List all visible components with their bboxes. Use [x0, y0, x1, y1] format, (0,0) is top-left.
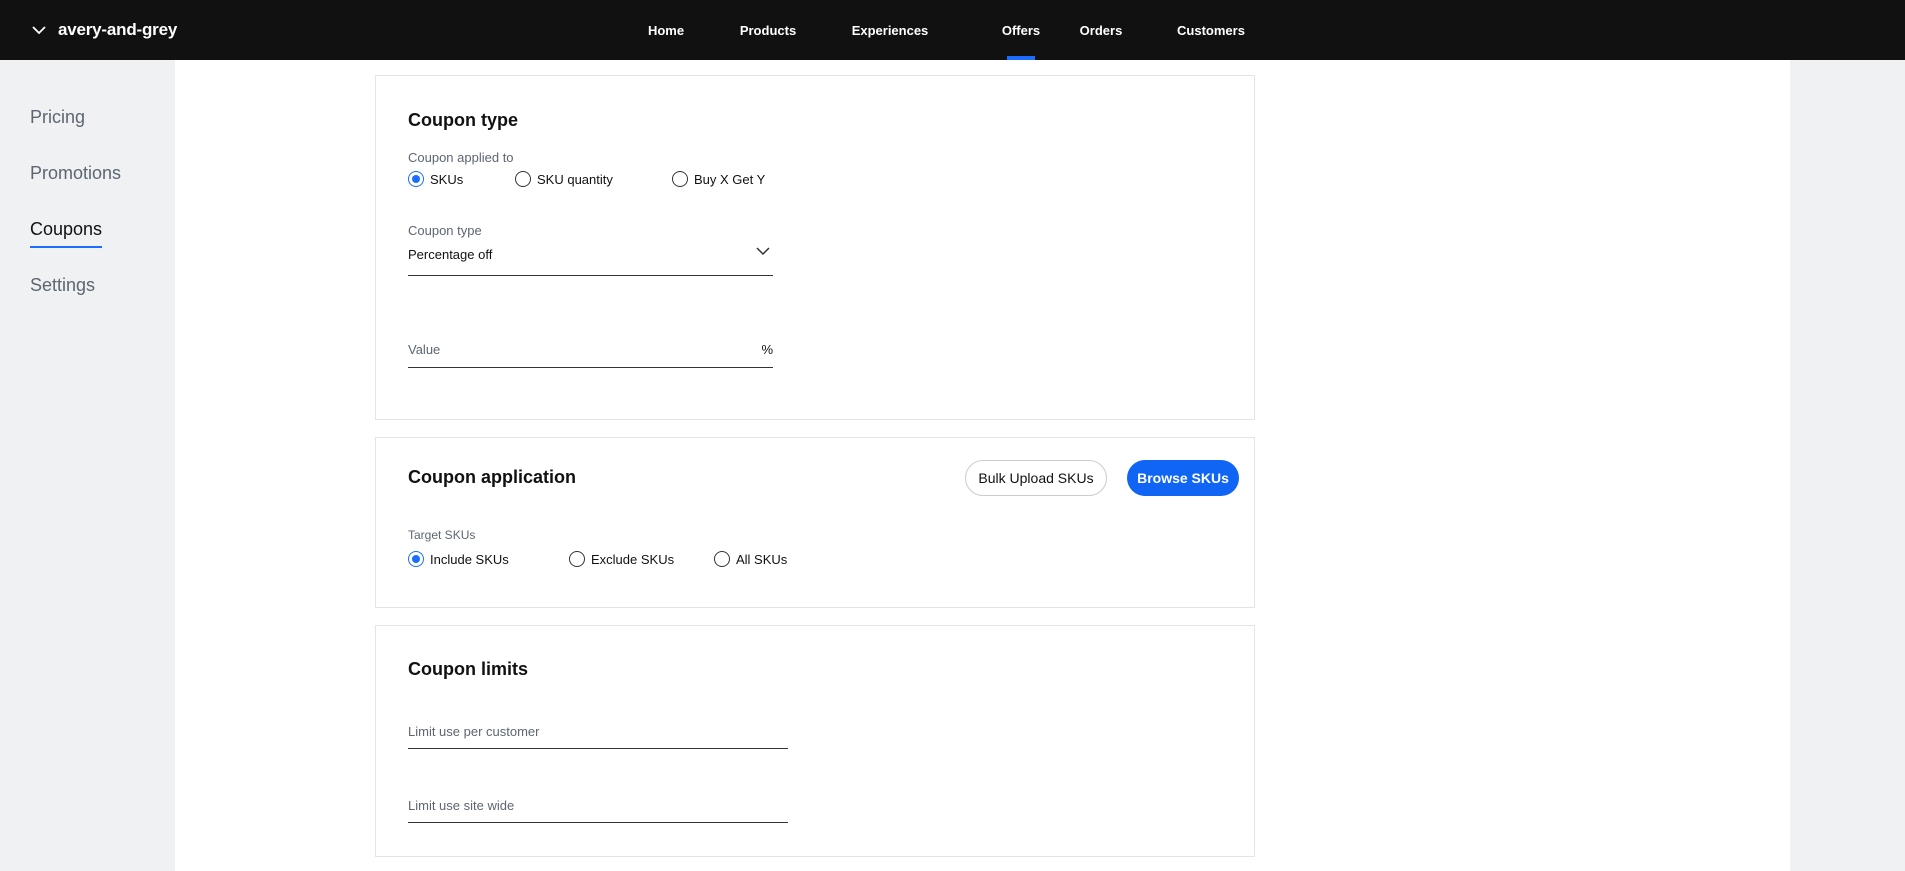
value-placeholder: Value — [408, 342, 441, 357]
offers-sidebar: Pricing Promotions Coupons Settings — [0, 60, 175, 871]
coupon-type-card: Coupon type Coupon applied to SKUs SKU q… — [375, 75, 1255, 420]
coupon-application-card: Coupon application Bulk Upload SKUs Brow… — [375, 437, 1255, 608]
limit-per-customer-placeholder: Limit use per customer — [408, 724, 540, 739]
brand-switcher[interactable]: avery-and-grey — [30, 0, 177, 60]
sidebar-item-coupons[interactable]: Coupons — [30, 219, 103, 248]
radio-indicator — [672, 171, 688, 187]
browse-skus-button[interactable]: Browse SKUs — [1127, 460, 1239, 496]
radio-label: SKU quantity — [537, 171, 613, 187]
radio-indicator — [714, 551, 730, 567]
chevron-down-icon — [756, 247, 770, 256]
radio-label: Buy X Get Y — [694, 171, 766, 187]
limit-site-wide-input[interactable]: Limit use site wide — [408, 793, 788, 823]
coupon-limits-card: Coupon limits Limit use per customer Lim… — [375, 625, 1255, 857]
radio-indicator — [569, 551, 585, 567]
radio-indicator — [515, 171, 531, 187]
nav-offers[interactable]: Offers — [1002, 0, 1040, 60]
nav-orders[interactable]: Orders — [1073, 0, 1129, 60]
coupon-applied-to-group: SKUs SKU quantity Buy X Get Y — [408, 171, 808, 191]
coupon-applied-to-label: Coupon applied to — [408, 150, 514, 165]
sidebar-item-pricing[interactable]: Pricing — [30, 107, 85, 128]
radio-all-skus[interactable]: All SKUs — [714, 551, 787, 567]
radio-include-skus[interactable]: Include SKUs — [408, 551, 509, 567]
radio-indicator — [408, 551, 424, 567]
brand-name: avery-and-grey — [58, 20, 178, 39]
limit-site-wide-placeholder: Limit use site wide — [408, 798, 515, 813]
radio-label: Exclude SKUs — [591, 551, 675, 567]
sidebar-item-settings[interactable]: Settings — [30, 275, 95, 296]
coupon-type-label: Coupon type — [408, 223, 482, 238]
coupon-type-value: Percentage off — [408, 247, 493, 262]
limit-per-customer-input[interactable]: Limit use per customer — [408, 719, 788, 749]
nav-customers[interactable]: Customers — [1170, 0, 1252, 60]
coupon-application-title: Coupon application — [408, 467, 576, 487]
nav-home[interactable]: Home — [640, 0, 692, 60]
chevron-down-icon — [32, 26, 46, 35]
target-skus-group: Include SKUs Exclude SKUs All SKUs — [408, 551, 828, 571]
radio-label: SKUs — [430, 171, 464, 187]
main-content: Coupon type Coupon applied to SKUs SKU q… — [175, 60, 1790, 871]
radio-sku-quantity[interactable]: SKU quantity — [515, 171, 613, 187]
radio-buy-x-get-y[interactable]: Buy X Get Y — [672, 171, 765, 187]
top-navigation-bar: avery-and-grey Home Products Experiences… — [0, 0, 1905, 60]
radio-label: Include SKUs — [430, 551, 509, 567]
radio-skus[interactable]: SKUs — [408, 171, 463, 187]
bulk-upload-skus-button[interactable]: Bulk Upload SKUs — [965, 460, 1107, 496]
target-skus-label: Target SKUs — [408, 528, 476, 542]
sidebar-item-promotions[interactable]: Promotions — [30, 163, 121, 184]
nav-products[interactable]: Products — [733, 0, 803, 60]
coupon-type-title: Coupon type — [408, 110, 518, 130]
coupon-type-select[interactable]: Percentage off — [408, 241, 773, 276]
radio-label: All SKUs — [736, 551, 788, 567]
coupon-limits-title: Coupon limits — [408, 659, 528, 679]
nav-experiences[interactable]: Experiences — [843, 0, 937, 60]
value-input[interactable]: Value % — [408, 338, 773, 368]
radio-indicator — [408, 171, 424, 187]
percent-suffix: % — [761, 342, 773, 357]
radio-exclude-skus[interactable]: Exclude SKUs — [569, 551, 674, 567]
